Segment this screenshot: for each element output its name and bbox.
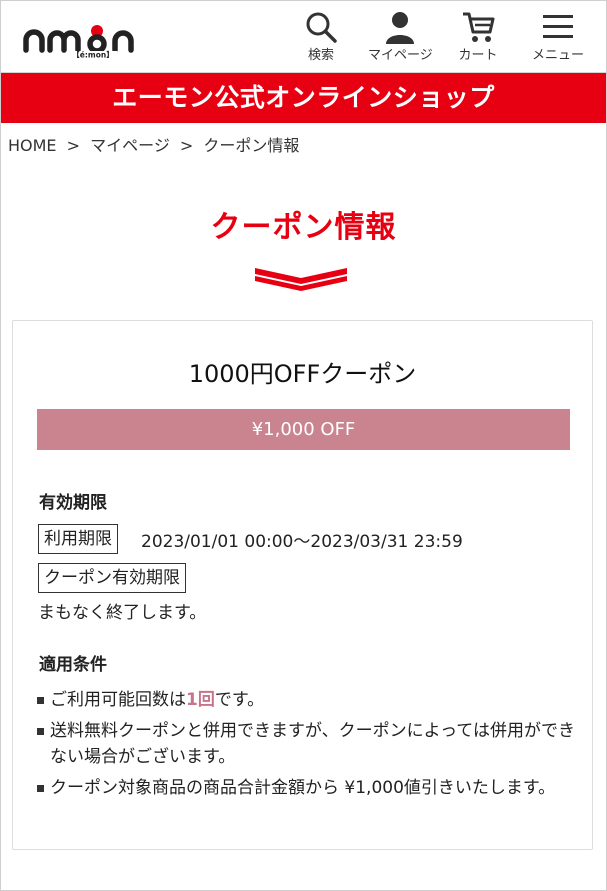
- page-title: クーポン情報: [210, 210, 397, 245]
- condition-1-prefix: ご利用可能回数は: [50, 690, 186, 710]
- site-header: 【é:mon】 検索 マイページ カート メニュー: [0, 0, 607, 73]
- conditions-heading: 適用条件: [39, 655, 107, 675]
- amon-logo[interactable]: 【é:mon】: [22, 14, 156, 58]
- svg-text:【é:mon】: 【é:mon】: [72, 50, 113, 59]
- list-item: クーポン対象商品の商品合計金額から ¥1,000値引きいたします。: [37, 775, 577, 801]
- validity-heading: 有効期限: [39, 493, 107, 513]
- condition-1-suffix: です。: [214, 690, 265, 710]
- chevron-down-icon: [255, 268, 347, 291]
- list-item: ご利用可能回数は1回です。: [37, 687, 577, 713]
- nav-menu[interactable]: メニュー: [526, 8, 590, 66]
- cart-icon: [463, 12, 495, 42]
- coupon-period-value: まもなく終了します。: [38, 603, 207, 623]
- nav-menu-label: メニュー: [531, 48, 584, 63]
- usage-period-value: 2023/01/01 00:00〜2023/03/31 23:59: [141, 532, 463, 552]
- breadcrumb-separator: >: [66, 136, 81, 155]
- coupon-name: 1000円OFFクーポン: [188, 360, 417, 388]
- breadcrumb: HOME > マイページ > クーポン情報: [8, 132, 299, 156]
- shop-banner-text: エーモン公式オンラインショップ: [112, 83, 495, 112]
- usage-period-label: 利用期限: [38, 524, 118, 554]
- breadcrumb-mypage[interactable]: マイページ: [90, 136, 170, 155]
- nav-mypage-label: マイページ: [368, 48, 433, 63]
- discount-badge: ¥1,000 OFF: [37, 409, 570, 450]
- condition-3-text: クーポン対象商品の商品合計金額から ¥1,000値引きいたします。: [50, 778, 556, 798]
- usage-count: 1回: [186, 690, 215, 710]
- bullet-square-icon: [37, 728, 44, 735]
- coupon-period-label: クーポン有効期限: [38, 563, 186, 593]
- search-icon: [306, 12, 337, 43]
- shop-banner[interactable]: エーモン公式オンラインショップ: [0, 73, 607, 123]
- breadcrumb-separator: >: [179, 136, 194, 155]
- nav-mypage[interactable]: マイページ: [368, 8, 433, 66]
- nav-search[interactable]: 検索: [289, 8, 353, 66]
- nav-search-label: 検索: [307, 48, 334, 63]
- bullet-square-icon: [37, 785, 44, 792]
- condition-2-text: 送料無料クーポンと併用できますが、クーポンによっては併用ができない場合がございま…: [50, 721, 575, 767]
- user-icon: [386, 12, 414, 44]
- breadcrumb-home[interactable]: HOME: [8, 136, 57, 155]
- list-item: 送料無料クーポンと併用できますが、クーポンによっては併用ができない場合がございま…: [37, 718, 577, 770]
- coupon-card: 1000円OFFクーポン ¥1,000 OFF 有効期限 利用期限 2023/0…: [12, 320, 593, 850]
- conditions-list: ご利用可能回数は1回です。 送料無料クーポンと併用できますが、クーポンによっては…: [37, 687, 577, 806]
- nav-cart[interactable]: カート: [446, 8, 510, 66]
- breadcrumb-current: クーポン情報: [203, 136, 300, 155]
- nav-cart-label: カート: [458, 48, 498, 63]
- hamburger-menu-icon: [543, 15, 573, 38]
- bullet-square-icon: [37, 697, 44, 704]
